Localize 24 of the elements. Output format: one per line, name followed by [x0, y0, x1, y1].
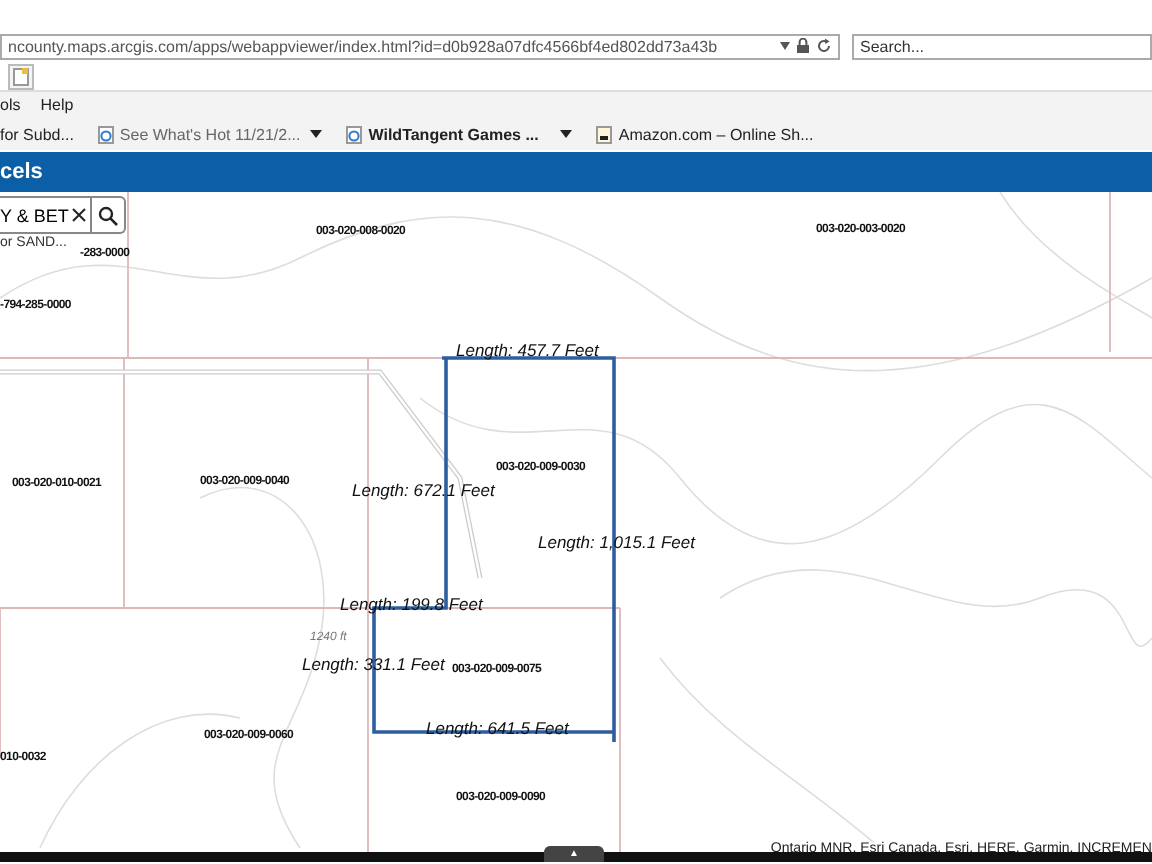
favorite-link[interactable]: for Subd...	[0, 125, 74, 143]
menu-item[interactable]: Help	[40, 96, 74, 114]
menu-item[interactable]: ols	[0, 96, 21, 114]
web-page-icon	[97, 125, 114, 143]
length-label: Length: 457.7 Feet	[456, 340, 599, 360]
lock-icon	[796, 38, 810, 54]
favorite-link[interactable]: Amazon.com – Online Sh...	[618, 125, 814, 143]
url-text: ncounty.maps.arcgis.com/apps/webappviewer/index.html?id=d0b928a07dfc4566bf4ed802dd73a43b	[8, 37, 720, 55]
favorite-link[interactable]: See What's Hot 11/21/2...	[119, 125, 301, 143]
app-title: cels	[0, 158, 45, 188]
search-box[interactable]: Y & BET	[0, 196, 127, 234]
clear-icon[interactable]	[72, 208, 87, 222]
address-bar[interactable]: ncounty.maps.arcgis.com/apps/webappviewer/index.html?id=d0b928a07dfc4566bf4ed802dd73a43b	[0, 33, 840, 59]
search-icon[interactable]	[98, 205, 119, 225]
search-field[interactable]: Search...	[852, 33, 1152, 59]
favorite-link[interactable]: WildTangent Games ...	[368, 125, 539, 143]
refresh-icon[interactable]	[816, 38, 832, 54]
new-tab-icon[interactable]	[8, 63, 34, 89]
caret-icon[interactable]	[560, 130, 573, 138]
search-value: Y & BET	[0, 205, 69, 225]
caret-icon[interactable]	[310, 130, 323, 138]
page-icon	[596, 125, 613, 143]
caret-icon[interactable]	[780, 42, 790, 50]
web-page-icon	[346, 125, 363, 143]
